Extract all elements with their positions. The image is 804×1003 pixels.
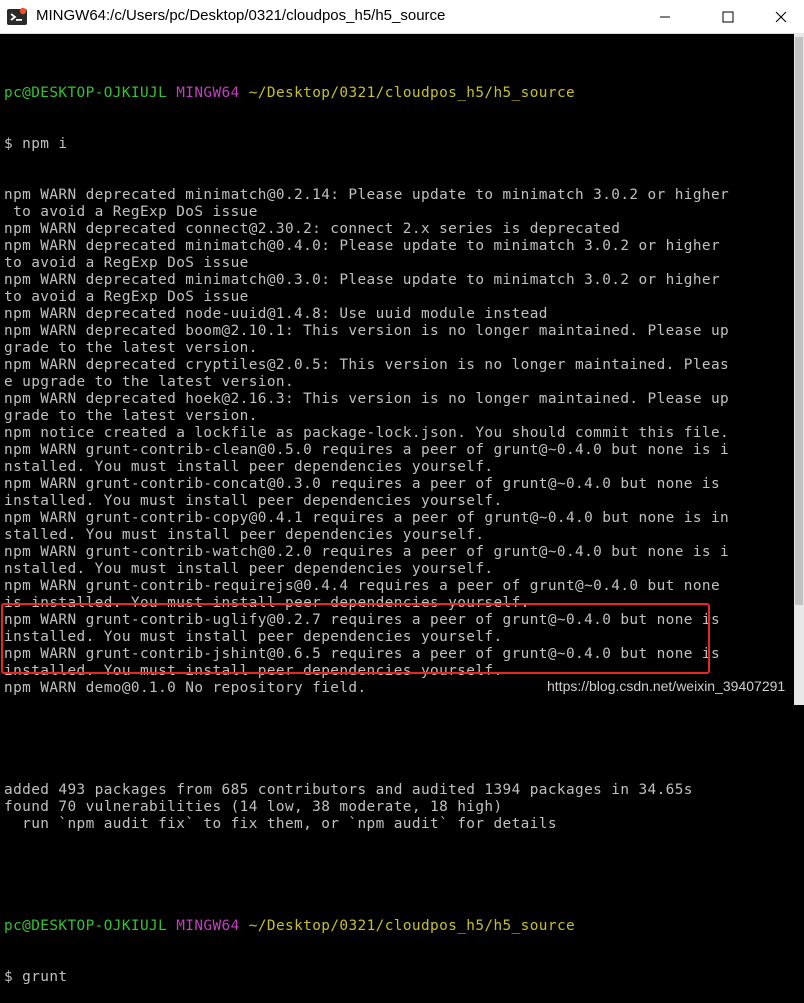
output-line: nstalled. You must install peer dependen… bbox=[4, 459, 494, 475]
output-line: npm WARN deprecated node-uuid@1.4.8: Use… bbox=[4, 306, 548, 322]
next-command-line: $ grunt bbox=[4, 969, 68, 985]
output-line: grade to the latest version. bbox=[4, 408, 258, 424]
watermark: https://blog.csdn.net/weixin_39407291 bbox=[547, 678, 786, 694]
output-line: grade to the latest version. bbox=[4, 340, 258, 356]
close-icon bbox=[775, 11, 787, 22]
output-line: npm notice created a lockfile as package… bbox=[4, 425, 730, 441]
output-line: to avoid a RegExp DoS issue bbox=[4, 204, 258, 220]
output-line: npm WARN deprecated cryptiles@2.0.5: Thi… bbox=[4, 357, 730, 373]
highlight-annotation bbox=[1, 603, 710, 674]
output-line: npm WARN deprecated minimatch@0.2.14: Pl… bbox=[4, 187, 730, 203]
output-line: installed. You must install peer depende… bbox=[4, 493, 503, 509]
output-line: npm WARN deprecated minimatch@0.4.0: Ple… bbox=[4, 238, 721, 254]
close-button[interactable] bbox=[758, 0, 804, 33]
summary-line: added 493 packages from 685 contributors… bbox=[4, 782, 693, 798]
prompt-shell: MINGW64 bbox=[176, 85, 240, 101]
git-bash-icon bbox=[7, 7, 27, 25]
output-line: npm WARN grunt-contrib-copy@0.4.1 requir… bbox=[4, 510, 730, 526]
scrollbar[interactable] bbox=[794, 33, 804, 705]
prompt-user-host: pc@DESKTOP-OJKIUJL bbox=[4, 918, 168, 934]
scrollbar-thumb[interactable] bbox=[795, 37, 803, 605]
minimize-icon bbox=[660, 16, 670, 17]
output-line: npm WARN grunt-contrib-clean@0.5.0 requi… bbox=[4, 442, 730, 458]
title-bar: MINGW64:/c/Users/pc/Desktop/0321/cloudpo… bbox=[0, 0, 804, 34]
command-line: $ npm i bbox=[4, 136, 68, 152]
output-line: to avoid a RegExp DoS issue bbox=[4, 289, 249, 305]
prompt-path: ~/Desktop/0321/cloudpos_h5/h5_source bbox=[248, 85, 576, 101]
summary-line: run `npm audit fix` to fix them, or `npm… bbox=[4, 816, 557, 832]
output-line: npm WARN grunt-contrib-watch@0.2.0 requi… bbox=[4, 544, 730, 560]
output-line: npm WARN grunt-contrib-requirejs@0.4.4 r… bbox=[4, 578, 721, 594]
prompt-shell: MINGW64 bbox=[176, 918, 240, 934]
window-title: MINGW64:/c/Users/pc/Desktop/0321/cloudpo… bbox=[36, 7, 446, 24]
output-line: stalled. You must install peer dependenc… bbox=[4, 527, 485, 543]
output-line: e upgrade to the latest version. bbox=[4, 374, 295, 390]
maximize-button[interactable] bbox=[705, 0, 751, 33]
prompt-path: ~/Desktop/0321/cloudpos_h5/h5_source bbox=[248, 918, 576, 934]
minimize-button[interactable] bbox=[642, 0, 688, 33]
output-line: npm WARN grunt-contrib-concat@0.3.0 requ… bbox=[4, 476, 721, 492]
summary-line: found 70 vulnerabilities (14 low, 38 mod… bbox=[4, 799, 503, 815]
prompt-user-host: pc@DESKTOP-OJKIUJL bbox=[4, 85, 168, 101]
maximize-icon bbox=[722, 11, 734, 22]
output-line: npm WARN deprecated boom@2.10.1: This ve… bbox=[4, 323, 730, 339]
output-line: npm WARN deprecated minimatch@0.3.0: Ple… bbox=[4, 272, 721, 288]
output-line: nstalled. You must install peer dependen… bbox=[4, 561, 494, 577]
output-line: npm WARN deprecated hoek@2.16.3: This ve… bbox=[4, 391, 730, 407]
output-line: npm WARN deprecated connect@2.30.2: conn… bbox=[4, 221, 621, 237]
prompt-line: pc@DESKTOP-OJKIUJL MINGW64 ~/Desktop/032… bbox=[4, 85, 794, 102]
prompt-line-2: pc@DESKTOP-OJKIUJL MINGW64 ~/Desktop/032… bbox=[4, 918, 794, 935]
npm-summary: added 493 packages from 685 contributors… bbox=[4, 782, 794, 833]
output-line: to avoid a RegExp DoS issue bbox=[4, 255, 249, 271]
